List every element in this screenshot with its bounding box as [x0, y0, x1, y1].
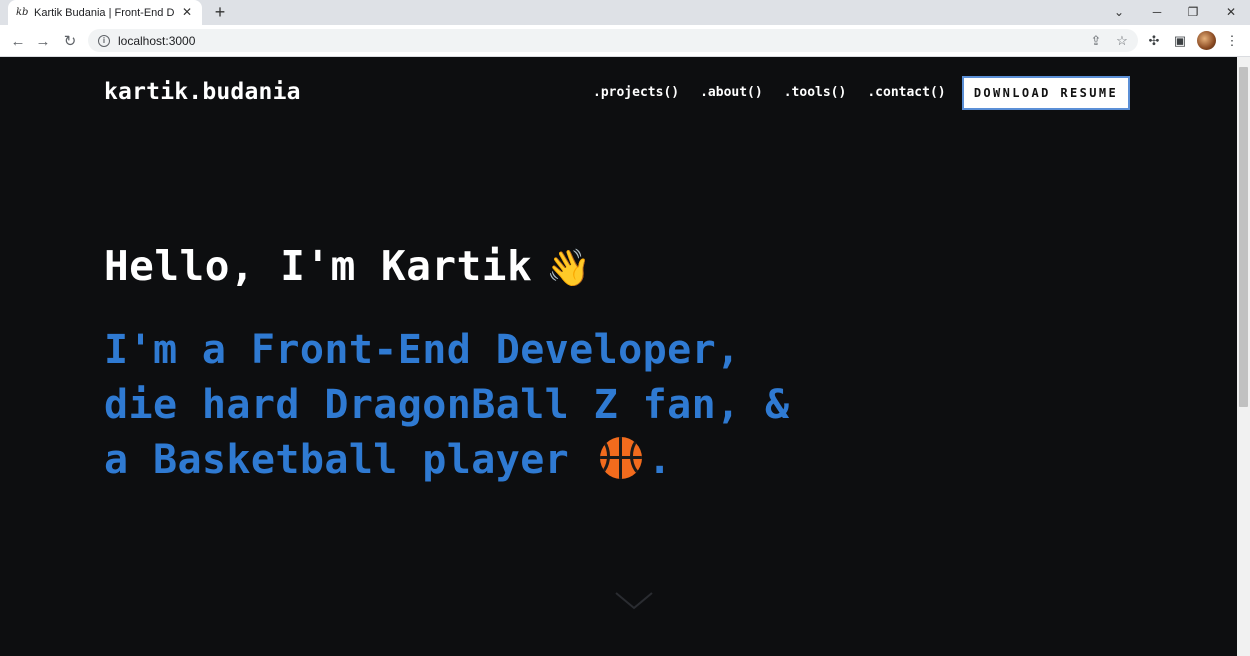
- restore-button[interactable]: ❐: [1178, 2, 1208, 22]
- download-resume-button[interactable]: DOWNLOAD RESUME: [962, 76, 1130, 110]
- reload-icon[interactable]: ↻: [60, 31, 80, 51]
- new-tab-button[interactable]: +: [210, 3, 230, 21]
- site-logo[interactable]: kartik.budania: [104, 79, 301, 105]
- page-scrollbar[interactable]: [1237, 57, 1250, 656]
- hero-greeting: Hello, I'm Kartik 👋: [104, 242, 591, 290]
- nav-tools[interactable]: .tools(): [784, 85, 847, 100]
- tab-search-icon[interactable]: ⌄: [1104, 2, 1134, 22]
- extensions-icon[interactable]: ✣: [1145, 32, 1163, 50]
- tab-favicon-icon: kb: [16, 7, 29, 18]
- profile-avatar[interactable]: [1197, 31, 1216, 50]
- scrollbar-thumb[interactable]: [1239, 67, 1248, 407]
- greeting-text: Hello, I'm Kartik: [104, 242, 533, 290]
- tagline-line-3-period: .: [647, 437, 673, 483]
- tab-title: Kartik Budania | Front-End Developer: [34, 6, 174, 19]
- nav-contact[interactable]: .contact(): [867, 85, 945, 100]
- forward-icon[interactable]: →: [33, 31, 53, 51]
- side-panel-icon[interactable]: ▣: [1171, 32, 1189, 50]
- star-icon[interactable]: ☆: [1114, 33, 1130, 49]
- basketball-seam-right: [629, 437, 642, 477]
- browser-tabstrip: kb Kartik Budania | Front-End Developer …: [0, 0, 1250, 25]
- chevron-down-icon[interactable]: [614, 591, 654, 611]
- browser-toolbar: ← → ↻ i localhost:3000 ⇪ ☆ ✣ ▣ ⋮: [0, 25, 1250, 57]
- tagline-line-3-text: a Basketball player: [104, 437, 570, 483]
- hero-tagline: I'm a Front-End Developer, die hard Drag…: [104, 323, 790, 488]
- tagline-line-2: die hard DragonBall Z fan, &: [104, 382, 790, 428]
- waving-hand-icon: 👋: [546, 248, 592, 289]
- back-icon[interactable]: ←: [8, 31, 28, 51]
- basketball-icon: [599, 437, 642, 479]
- menu-icon[interactable]: ⋮: [1223, 32, 1241, 50]
- share-icon[interactable]: ⇪: [1088, 33, 1104, 49]
- tagline-line-3: a Basketball player .: [104, 433, 790, 488]
- browser-tab[interactable]: kb Kartik Budania | Front-End Developer …: [8, 0, 202, 25]
- tagline-line-1: I'm a Front-End Developer,: [104, 327, 741, 373]
- minimize-button[interactable]: ─: [1142, 2, 1172, 22]
- site-nav: .projects() .about() .tools() .contact(): [593, 85, 946, 100]
- nav-projects[interactable]: .projects(): [593, 85, 679, 100]
- info-icon[interactable]: i: [98, 34, 110, 47]
- basketball-seam-left: [599, 437, 610, 477]
- nav-about[interactable]: .about(): [700, 85, 763, 100]
- close-window-button[interactable]: ✕: [1216, 2, 1246, 22]
- tab-close-icon[interactable]: ✕: [180, 5, 194, 19]
- address-bar[interactable]: i localhost:3000 ⇪ ☆: [88, 29, 1138, 52]
- url-text[interactable]: localhost:3000: [118, 34, 195, 48]
- page-viewport: kartik.budania .projects() .about() .too…: [0, 57, 1237, 656]
